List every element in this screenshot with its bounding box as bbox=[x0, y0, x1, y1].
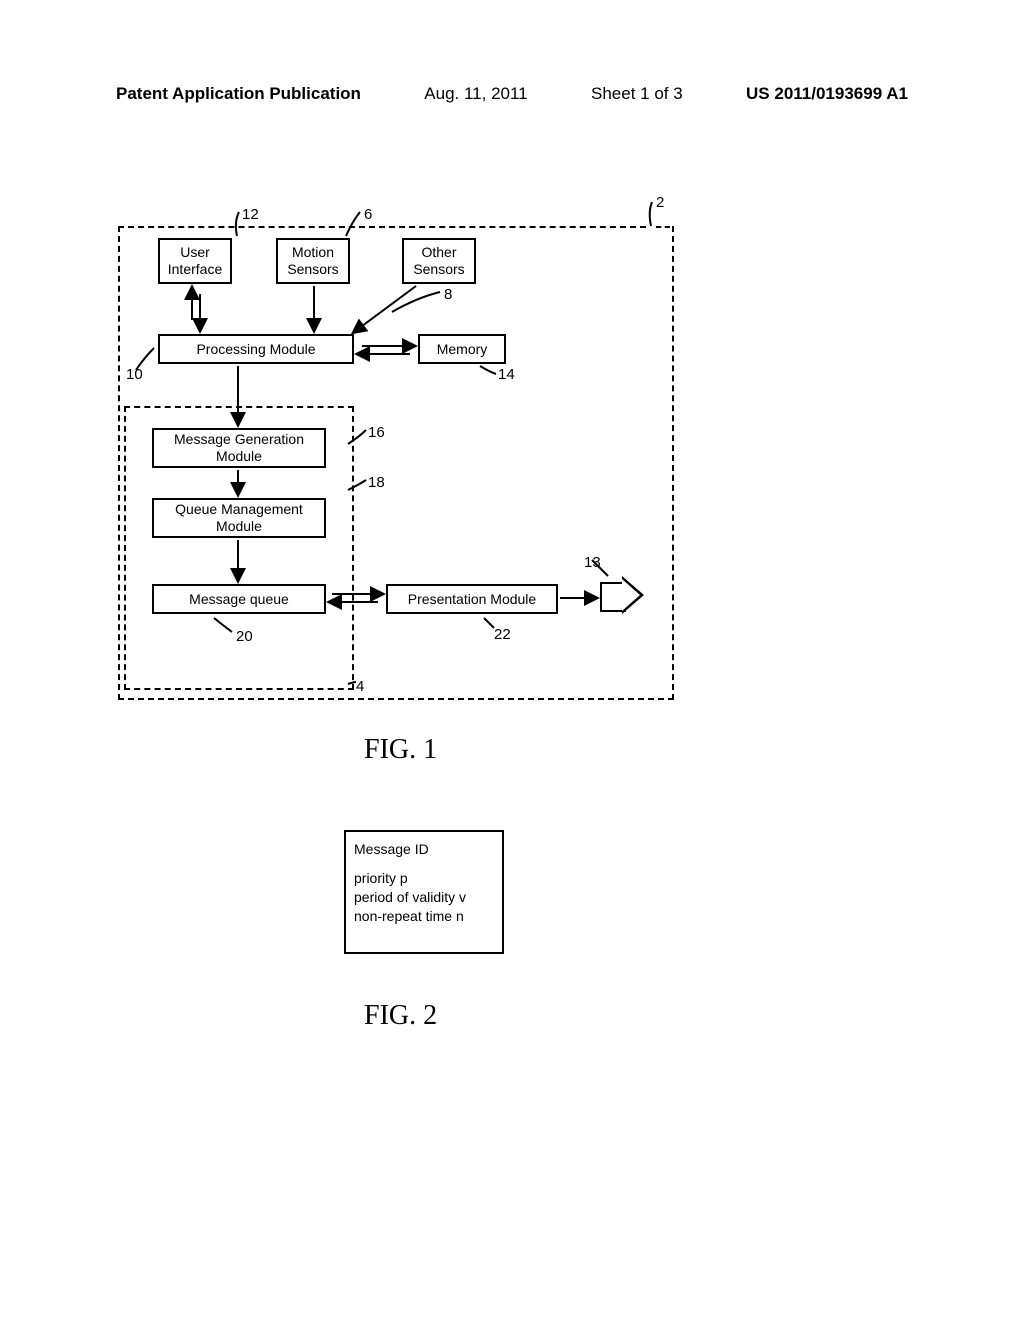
ref-2: 2 bbox=[656, 194, 664, 211]
patent-page: Patent Application Publication Aug. 11, … bbox=[0, 0, 1024, 1320]
fig2-line-validity: period of validity v bbox=[354, 888, 494, 907]
ref-10: 10 bbox=[126, 366, 143, 383]
presentation-module-block: Presentation Module bbox=[386, 584, 558, 614]
figure-1-caption: FIG. 1 bbox=[364, 734, 437, 766]
ref-4: 4 bbox=[356, 678, 364, 695]
memory-block: Memory bbox=[418, 334, 506, 364]
ref-13: 13 bbox=[584, 554, 601, 571]
motion-sensors-block: Motion Sensors bbox=[276, 238, 350, 284]
message-generation-block: Message Generation Module bbox=[152, 428, 326, 468]
user-interface-block: User Interface bbox=[158, 238, 232, 284]
figure-2-caption: FIG. 2 bbox=[364, 1000, 437, 1032]
figure-2-message-record: Message ID priority p period of validity… bbox=[344, 830, 504, 954]
ref-6: 6 bbox=[364, 206, 372, 223]
ref-16: 16 bbox=[368, 424, 385, 441]
figure-1: User Interface Motion Sensors Other Sens… bbox=[116, 198, 676, 698]
message-queue-block: Message queue bbox=[152, 584, 326, 614]
ref-8: 8 bbox=[444, 286, 452, 303]
publication-number: US 2011/0193699 A1 bbox=[746, 84, 908, 104]
queue-management-label: Queue Management Module bbox=[175, 501, 303, 535]
publication-date: Aug. 11, 2011 bbox=[424, 84, 527, 104]
other-sensors-label: Other Sensors bbox=[413, 244, 464, 278]
publication-label: Patent Application Publication bbox=[116, 84, 361, 104]
system-boundary-top-left bbox=[118, 226, 646, 228]
message-generation-label: Message Generation Module bbox=[174, 431, 304, 465]
fig2-line-message-id: Message ID bbox=[354, 840, 494, 859]
fig2-line-nonrepeat: non-repeat time n bbox=[354, 907, 494, 926]
other-sensors-block: Other Sensors bbox=[402, 238, 476, 284]
queue-management-block: Queue Management Module bbox=[152, 498, 326, 538]
ref-12: 12 bbox=[242, 206, 259, 223]
ref-14: 14 bbox=[498, 366, 515, 383]
user-interface-label: User Interface bbox=[168, 244, 222, 278]
page-header: Patent Application Publication Aug. 11, … bbox=[116, 84, 908, 104]
ref-18: 18 bbox=[368, 474, 385, 491]
system-boundary-top-right bbox=[656, 226, 670, 228]
message-queue-label: Message queue bbox=[189, 591, 289, 608]
processing-module-block: Processing Module bbox=[158, 334, 354, 364]
presentation-module-label: Presentation Module bbox=[408, 591, 536, 608]
fig2-line-priority: priority p bbox=[354, 869, 494, 888]
ref-22: 22 bbox=[494, 626, 511, 643]
memory-label: Memory bbox=[437, 341, 488, 358]
motion-sensors-label: Motion Sensors bbox=[287, 244, 338, 278]
sheet-number: Sheet 1 of 3 bbox=[591, 84, 683, 104]
processing-module-label: Processing Module bbox=[196, 341, 315, 358]
ref-20: 20 bbox=[236, 628, 253, 645]
speaker-icon bbox=[600, 576, 648, 614]
